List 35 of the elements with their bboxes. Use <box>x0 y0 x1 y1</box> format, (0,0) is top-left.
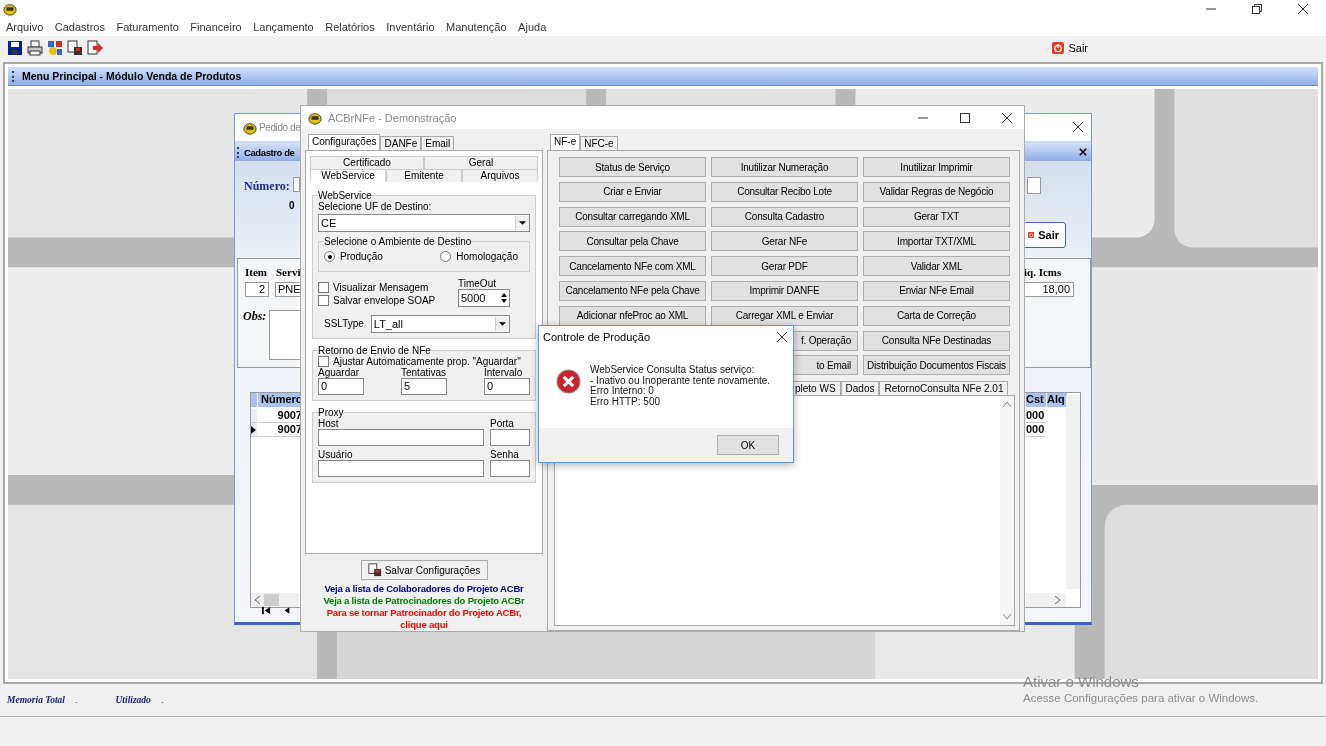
field-label: Obs: <box>243 309 267 324</box>
column-header: Alq <box>1047 393 1067 407</box>
table-cell: 000 <box>1026 423 1046 437</box>
field-label: Host <box>318 418 339 429</box>
field-label: Número: <box>244 179 290 194</box>
field-label: Intervalo <box>484 367 524 378</box>
window-title: ACBrNFe - Demonstração <box>328 111 457 124</box>
group-title: WebService <box>318 190 372 201</box>
window-title: Pedido de <box>259 122 301 133</box>
column-header: iq. Icms <box>1024 266 1062 278</box>
group-title: Retorno de Envio de NFe <box>318 345 431 356</box>
status-value: . <box>160 695 164 705</box>
activation-text: Acesse Configurações para ativar o Windows. <box>1023 692 1259 704</box>
field-label: Senha <box>490 449 520 460</box>
status-label: Utilizado <box>115 695 151 705</box>
column-header: Item <box>245 266 267 278</box>
field-label: Aguardar <box>318 367 360 378</box>
form-title: Cadastro de <box>244 146 295 158</box>
column-header: Servi <box>276 266 301 278</box>
dialog-title: Controle de Produção <box>543 331 650 343</box>
column-header: Cst <box>1026 393 1046 407</box>
group-title: Proxy <box>318 407 344 418</box>
status-value: . <box>75 695 78 705</box>
field-label: SSLType <box>324 317 364 329</box>
field-label: Porta <box>490 418 515 429</box>
field-label: Tentativas <box>401 367 447 378</box>
module-title: Menu Principal - Módulo Venda de Produtos <box>22 70 242 82</box>
field-label: Selecione UF de Destino: <box>318 201 433 212</box>
error-message: WebService Consulta Status serviço: - Inativo ou Inoperante tente novamente. Erro Interno: 0 Erro HTTP: 500 <box>590 365 771 407</box>
field-label: Usuário <box>318 449 354 460</box>
status-label: Memoria Total <box>7 695 65 705</box>
field-label: 0 <box>289 200 295 211</box>
field-label: TimeOut <box>458 278 497 289</box>
group-title: Selecione o Ambiente de Destino <box>324 236 472 247</box>
table-cell: 000 <box>1026 409 1046 423</box>
